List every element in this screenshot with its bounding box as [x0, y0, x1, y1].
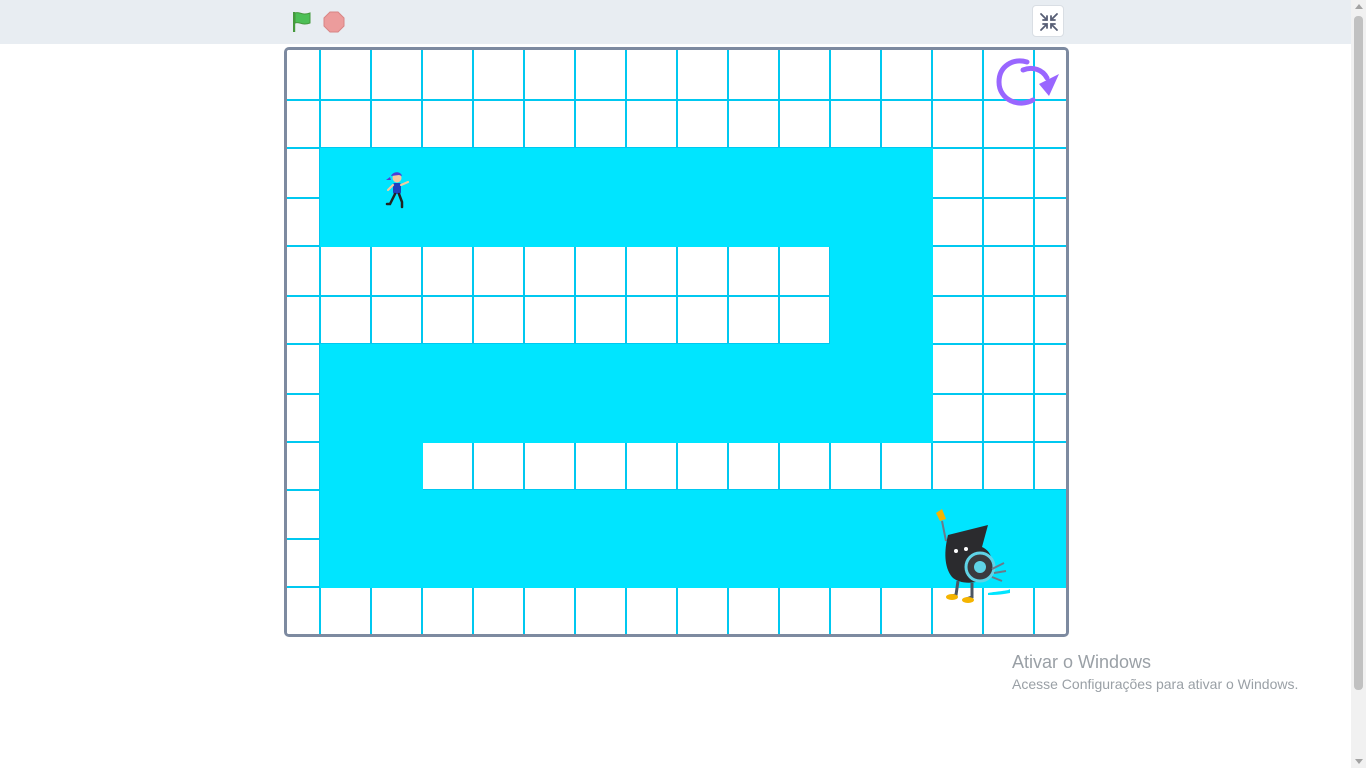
stop-sign-icon[interactable] — [322, 10, 346, 34]
vertical-scrollbar[interactable] — [1351, 0, 1366, 768]
exit-fullscreen-icon — [1040, 13, 1058, 31]
maze-path-segment — [830, 246, 933, 297]
exit-fullscreen-button[interactable] — [1032, 5, 1064, 37]
maze-path-segment — [320, 344, 933, 395]
watermark-subtitle: Acesse Configurações para ativar o Windo… — [1012, 676, 1299, 692]
scroll-up-arrow-icon[interactable] — [1355, 4, 1363, 9]
scrollbar-thumb[interactable] — [1354, 16, 1363, 690]
maze-path-segment — [320, 442, 423, 491]
watermark-title: Ativar o Windows — [1012, 652, 1152, 672]
maze-path-segment — [320, 394, 933, 443]
scroll-down-arrow-icon[interactable] — [1355, 759, 1363, 764]
game-stage[interactable] — [284, 47, 1069, 637]
windows-activation-watermark: Ativar o Windows Acesse Configurações pa… — [1012, 651, 1298, 693]
green-flag-icon[interactable] — [290, 10, 314, 34]
maze-path-segment — [830, 296, 933, 345]
player-toolbar — [0, 0, 1351, 44]
